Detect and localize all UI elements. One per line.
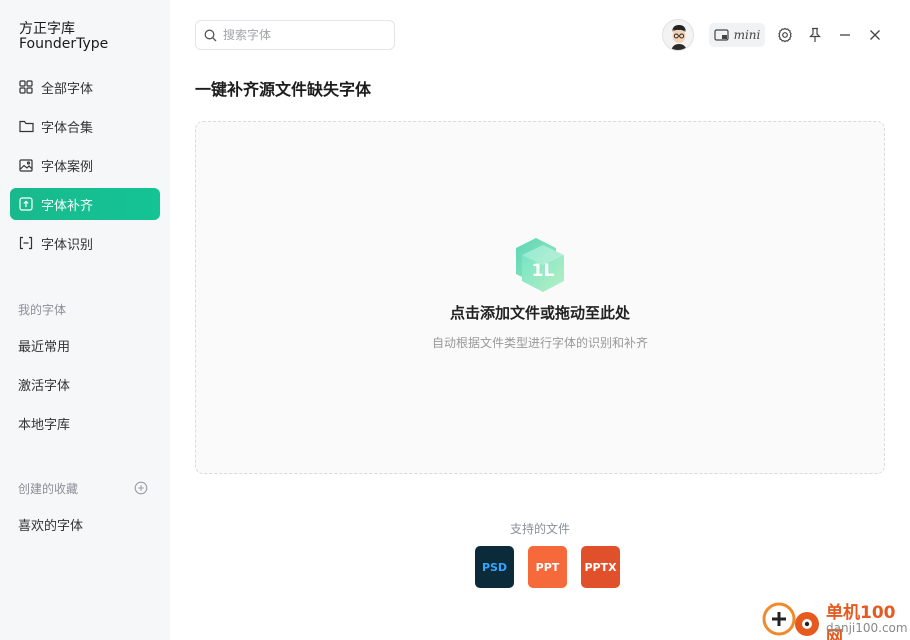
nav-item-local[interactable]: 本地字库 xyxy=(18,414,70,433)
search-icon xyxy=(204,29,217,42)
watermark-logo-icon xyxy=(762,602,819,636)
close-icon[interactable] xyxy=(866,26,884,44)
filetype-label: PPT xyxy=(535,560,560,574)
app-hexagon-logo-icon: 1L xyxy=(512,236,570,296)
minimize-icon[interactable] xyxy=(836,26,854,44)
nav-label: 字体补齐 xyxy=(41,198,94,214)
gear-icon[interactable] xyxy=(776,26,794,44)
main-nav: 全部字体 字体合集 字体案例 字体补齐 字体识别 xyxy=(10,71,160,266)
filetype-label: PSD xyxy=(481,560,508,574)
page-title: 一键补齐源文件缺失字体 xyxy=(195,80,372,99)
filetype-pptx-badge: PPTX xyxy=(581,546,620,588)
nav-item-font-complete[interactable]: 字体补齐 xyxy=(10,188,160,220)
watermark-url: danji100.com xyxy=(826,621,908,635)
avatar[interactable] xyxy=(662,19,694,51)
mini-label: mini xyxy=(733,28,761,42)
folder-icon xyxy=(18,118,34,134)
dropzone-subtitle: 自动根据文件类型进行字体的识别和补齐 xyxy=(431,336,648,350)
search-box[interactable] xyxy=(195,20,395,50)
nav-item-all-fonts[interactable]: 全部字体 xyxy=(10,71,160,103)
search-input[interactable] xyxy=(223,28,383,42)
add-collection-icon[interactable] xyxy=(134,480,148,495)
svg-text:1L: 1L xyxy=(532,261,555,281)
my-fonts-title: 我的字体 xyxy=(18,303,67,317)
sidebar: 方正字库 FounderType 全部字体 字体合集 字体案例 字体补齐 字体识… xyxy=(0,0,170,640)
nav-label: 字体合集 xyxy=(41,120,94,136)
grid-icon xyxy=(18,79,34,95)
image-icon xyxy=(18,157,34,173)
scan-icon xyxy=(18,235,34,251)
brand-logo: 方正字库 FounderType xyxy=(19,22,108,52)
collections-title: 创建的收藏 xyxy=(18,482,79,496)
filetype-psd-badge: PSD xyxy=(475,546,514,588)
nav-label: 字体案例 xyxy=(41,159,94,175)
file-dropzone[interactable]: 1L 点击添加文件或拖动至此处 自动根据文件类型进行字体的识别和补齐 xyxy=(195,121,885,474)
nav-item-collections[interactable]: 字体合集 xyxy=(10,110,160,142)
dropzone-title: 点击添加文件或拖动至此处 xyxy=(449,304,630,322)
filetype-label: PPTX xyxy=(584,560,617,574)
supported-files-title: 支持的文件 xyxy=(509,522,570,536)
nav-item-activated[interactable]: 激活字体 xyxy=(18,375,70,394)
brand-name-cn: 方正字库 xyxy=(19,21,75,37)
watermark: 单机100网 danji100.com xyxy=(760,598,910,640)
pin-icon[interactable] xyxy=(806,26,824,44)
nav-label: 全部字体 xyxy=(41,81,94,97)
brand-name-en: FounderType xyxy=(19,36,109,52)
filetype-ppt-badge: PPT xyxy=(528,546,567,588)
nav-item-recent[interactable]: 最近常用 xyxy=(18,336,70,355)
upload-box-icon xyxy=(18,196,34,212)
nav-label: 字体识别 xyxy=(41,237,94,253)
nav-item-recognition[interactable]: 字体识别 xyxy=(10,227,160,259)
nav-item-cases[interactable]: 字体案例 xyxy=(10,149,160,181)
mini-mode-button[interactable]: mini xyxy=(709,23,765,47)
mini-window-icon xyxy=(713,28,734,42)
